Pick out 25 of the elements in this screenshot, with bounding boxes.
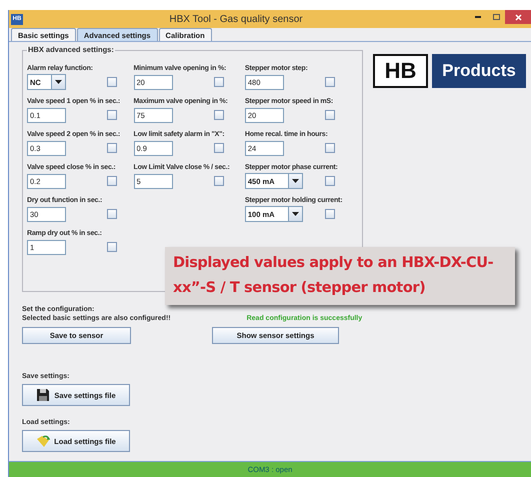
dropdown-arrow-icon xyxy=(55,80,62,84)
window-title: HBX Tool - Gas quality sensor xyxy=(168,14,304,24)
callout-text: xx”-S / T sensor (stepper motor) xyxy=(173,279,426,298)
checkbox[interactable] xyxy=(107,77,117,87)
folder-arrow-icon xyxy=(36,434,50,448)
checkbox[interactable] xyxy=(214,110,224,120)
checkbox[interactable] xyxy=(107,143,117,153)
checkbox[interactable] xyxy=(324,143,335,153)
logo-word: Products xyxy=(432,54,526,88)
checkbox[interactable] xyxy=(107,242,117,252)
checkbox[interactable] xyxy=(324,110,335,120)
checkbox[interactable] xyxy=(107,209,117,219)
checkbox[interactable] xyxy=(214,176,224,186)
checkbox[interactable] xyxy=(324,77,335,87)
checkbox[interactable] xyxy=(214,143,224,153)
dropdown-arrow-icon xyxy=(292,179,299,183)
logo-mark: HB xyxy=(373,54,428,88)
checkbox[interactable] xyxy=(324,176,335,186)
checkbox[interactable] xyxy=(107,176,117,186)
checkbox[interactable] xyxy=(214,77,224,87)
checkbox[interactable] xyxy=(324,209,335,219)
close-icon[interactable] xyxy=(505,10,531,24)
dropdown-arrow-icon xyxy=(292,212,299,216)
callout-text: Displayed values apply to an HBX-DX-CU- xyxy=(173,254,494,273)
checkbox[interactable] xyxy=(107,110,117,120)
